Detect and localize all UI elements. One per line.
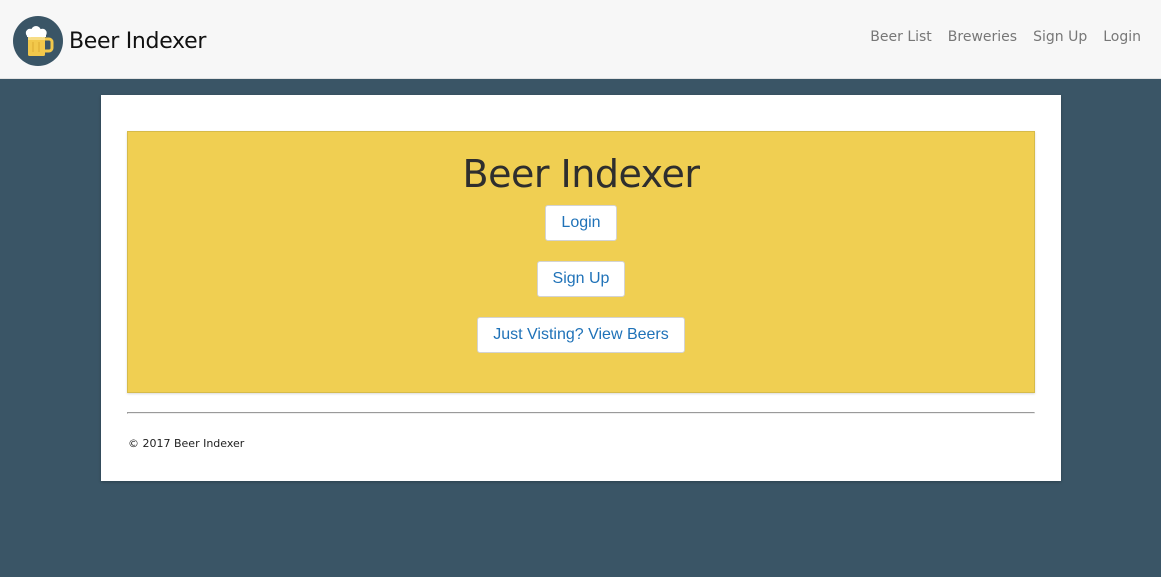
main-card: Beer Indexer Login Sign Up Just Visting?… <box>101 95 1061 481</box>
login-row: Login <box>128 205 1034 241</box>
beer-mug-icon <box>13 16 63 66</box>
footer-divider <box>127 412 1035 414</box>
brand-link[interactable]: Beer Indexer <box>13 16 206 66</box>
nav-login[interactable]: Login <box>1103 29 1141 45</box>
jumbotron-title: Beer Indexer <box>462 152 700 196</box>
navbar: Beer Indexer Beer List Breweries Sign Up… <box>0 0 1161 79</box>
nav-sign-up[interactable]: Sign Up <box>1033 29 1087 45</box>
visit-row: Just Visting? View Beers <box>128 317 1034 353</box>
nav-breweries[interactable]: Breweries <box>948 29 1017 45</box>
footer-copyright: © 2017 Beer Indexer <box>128 437 245 450</box>
login-button[interactable]: Login <box>545 205 617 241</box>
signup-row: Sign Up <box>128 261 1034 297</box>
nav-beer-list[interactable]: Beer List <box>870 29 932 45</box>
nav-links: Beer List Breweries Sign Up Login <box>870 29 1141 45</box>
sign-up-button[interactable]: Sign Up <box>536 261 626 297</box>
brand-title: Beer Indexer <box>69 28 207 54</box>
jumbotron: Beer Indexer Login Sign Up Just Visting?… <box>127 131 1035 393</box>
view-beers-button[interactable]: Just Visting? View Beers <box>477 317 685 353</box>
